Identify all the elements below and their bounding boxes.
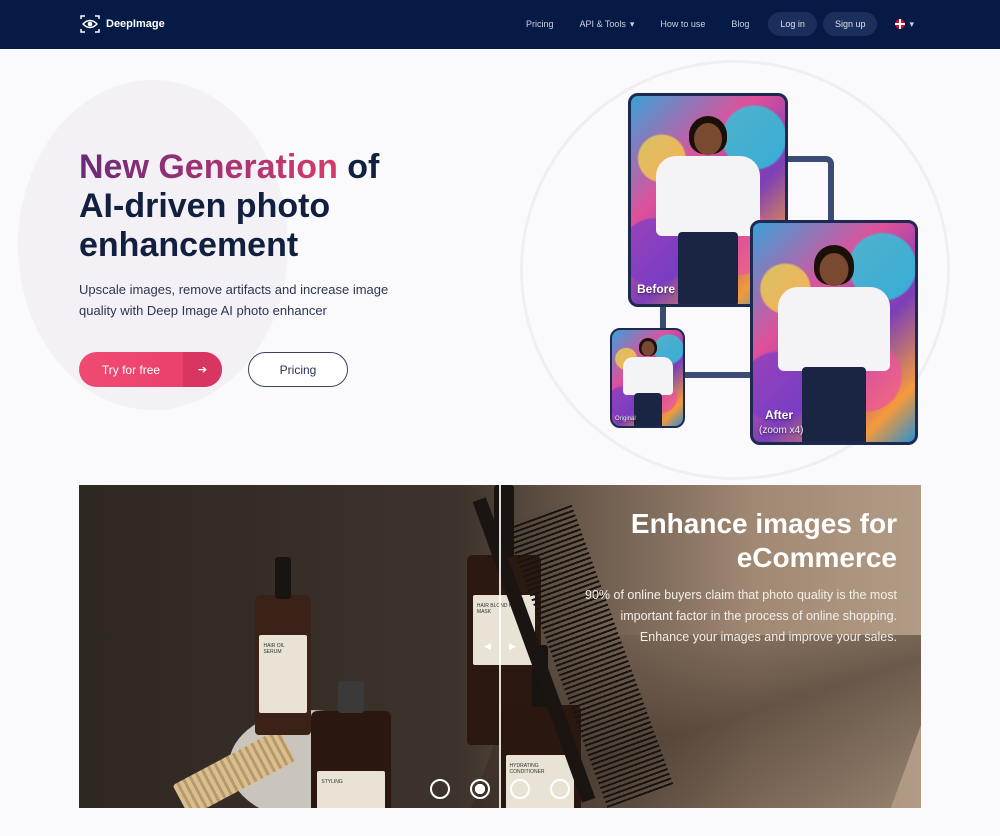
white-sweater [622,357,673,395]
bottle-label: HAIR OIL SERUM [259,635,307,713]
pricing-button[interactable]: Pricing [248,352,348,387]
try-for-free-label: Try for free [101,362,161,377]
nav-link-api-tools-label: API & Tools [579,19,626,29]
chevron-down-icon: ▾ [629,18,635,29]
hero-title: New Generation of AI-driven photo enhanc… [79,148,439,265]
carousel-dot-2[interactable] [470,779,490,799]
carousel-dot-3[interactable] [510,779,530,799]
white-sweater [778,287,890,371]
hero-title-of: of [337,148,380,186]
slider-handle[interactable]: ◀ ▶ [484,641,516,655]
pump-bottle: STYLING [311,681,391,808]
arrow-left-icon: ◀ [484,641,491,651]
after-photo-card: After (zoom x4) [750,220,918,445]
chevron-down-icon: ▾ [909,18,914,29]
brand-name: DeepImage [106,18,165,30]
nav-link-how-to-use-label: How to use [660,19,706,29]
after-label: After [765,408,794,422]
white-sweater [656,156,760,236]
dropper-bottle: HAIR OIL SERUM [255,557,311,735]
woman-figure [653,116,763,304]
head [694,123,722,155]
arrow-right-icon: ▶ [509,641,516,651]
zoom-label: (zoom x4) [759,425,804,436]
nav-link-pricing-label: Pricing [525,19,554,29]
signup-button[interactable]: Sign up [822,12,878,36]
ecommerce-banner: HAIR OIL SERUM STYLING HAIR BLOND HAIR M… [79,485,921,808]
brand-logo[interactable]: DeepImage [79,14,165,34]
jeans [802,367,866,442]
banner-title: Enhance images for eCommerce [630,508,897,573]
login-button[interactable]: Log in [768,12,817,36]
carousel-dots [430,779,570,799]
uk-flag-icon [895,19,906,29]
language-selector[interactable]: ▾ [895,19,914,30]
nav-link-how-to-use[interactable]: How to use [647,12,718,36]
nav-link-blog-label: Blog [731,19,750,29]
hero-subtitle: Upscale images, remove artifacts and inc… [79,282,389,318]
hero-title-rest: AI-driven photo enhancement [79,187,331,264]
nav-link-api-tools[interactable]: API & Tools ▾ [566,12,647,36]
jeans [678,232,738,304]
carousel-dot-4[interactable] [550,779,570,799]
woman-figure [621,338,675,426]
top-navbar: DeepImage Pricing API & Tools ▾ How to us… [0,0,1000,49]
original-photo-card: Original [610,328,685,428]
eye-logo-icon [80,15,100,33]
nav-link-pricing[interactable]: Pricing [513,12,567,36]
jeans [633,393,662,426]
head [641,341,654,356]
before-label: Before [637,282,676,296]
banner-description: 90% of online buyers claim that photo qu… [585,588,897,644]
nav-links: Pricing API & Tools ▾ How to use Blog Log… [513,12,914,36]
hero-title-highlight: New Generation [79,148,338,186]
carousel-dot-1[interactable] [430,779,450,799]
nav-link-blog[interactable]: Blog [718,12,762,36]
head [819,253,849,286]
try-for-free-button[interactable]: Try for free ➔ [79,352,222,387]
arrow-right-icon: ➔ [183,352,222,387]
original-label: Original [615,416,636,422]
bottle-label: STYLING [317,771,385,808]
